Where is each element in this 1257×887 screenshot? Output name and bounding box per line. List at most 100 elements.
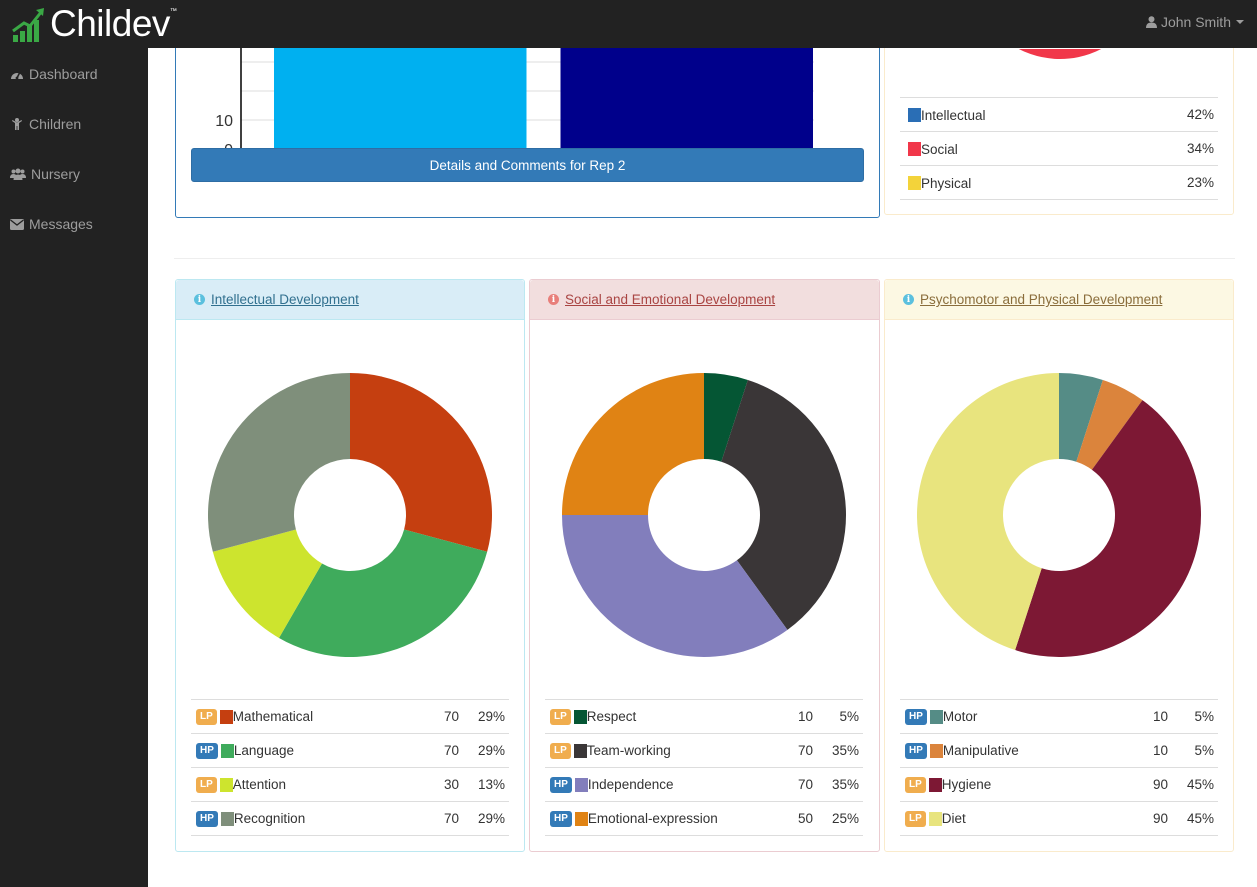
- social-emotional-development-panel: i Social and Emotional Development LP Res…: [529, 279, 880, 852]
- envelope-icon: [10, 218, 24, 230]
- child-icon: [12, 118, 22, 130]
- legend-percent: 35%: [831, 743, 859, 758]
- legend-label: Respect: [586, 709, 637, 725]
- legend-label: Language: [233, 743, 294, 759]
- legend-row: HP Independence 70 35%: [545, 767, 863, 802]
- legend-percent: 5%: [1194, 743, 1214, 758]
- section-divider: [174, 258, 1235, 259]
- psychomotor-legend: HP Motor 10 5% HP Manipulative 10 5% LP Hyg…: [900, 699, 1218, 836]
- sidebar: Dashboard Children Nursery Messages: [0, 48, 148, 887]
- legend-label: Physical: [921, 175, 972, 191]
- level-badge: HP: [196, 810, 218, 827]
- legend-swatch: [929, 709, 943, 724]
- sidebar-item-label: Dashboard: [29, 66, 98, 82]
- report-comparison-panel: Rep 1Rep 2010 Details and Comments for R…: [175, 48, 880, 218]
- legend-swatch: [908, 175, 921, 190]
- level-badge: LP: [550, 708, 571, 725]
- social-emotional-development-link[interactable]: Social and Emotional Development: [565, 292, 775, 307]
- top-navbar: Childev ™ John Smith: [0, 0, 1257, 48]
- panel-heading: i Social and Emotional Development: [530, 280, 879, 320]
- legend-swatch: [219, 777, 233, 792]
- legend-percent: 34%: [1186, 141, 1214, 156]
- sidebar-item-label: Nursery: [31, 166, 81, 182]
- legend-row: LP Attention 30 13%: [191, 767, 509, 802]
- user-name: John Smith: [1160, 14, 1231, 30]
- users-icon: [10, 168, 26, 180]
- legend-swatch: [220, 811, 234, 826]
- pie-slice-mathematical[interactable]: [350, 373, 492, 552]
- brand-trademark: ™: [169, 7, 177, 15]
- legend-value: 70: [443, 811, 459, 826]
- sidebar-item-children[interactable]: Children: [10, 116, 81, 132]
- legend-label: Social: [921, 141, 958, 157]
- details-comments-button[interactable]: Details and Comments for Rep 2: [191, 148, 864, 182]
- legend-row: LP Respect 10 5%: [545, 699, 863, 734]
- sidebar-item-messages[interactable]: Messages: [10, 216, 93, 232]
- legend-value: 10: [797, 709, 813, 724]
- legend-label: Attention: [232, 777, 287, 793]
- bar-rep-2[interactable]: [560, 48, 814, 149]
- legend-value: 50: [797, 811, 813, 826]
- user-menu[interactable]: John Smith: [1145, 14, 1245, 30]
- sidebar-item-nursery[interactable]: Nursery: [10, 166, 80, 182]
- level-badge: HP: [905, 742, 927, 759]
- legend-percent: 29%: [477, 709, 505, 724]
- legend-value: 70: [443, 743, 459, 758]
- social-legend: LP Respect 10 5% LP Team-working 70 35% HP…: [545, 699, 863, 836]
- legend-value: 90: [1152, 811, 1168, 826]
- legend-row: HP Motor 10 5%: [900, 699, 1218, 734]
- legend-value: 30: [443, 777, 459, 792]
- caret-down-icon: [1236, 20, 1244, 24]
- legend-percent: 25%: [831, 811, 859, 826]
- dashboard-icon: [11, 71, 23, 80]
- legend-label: Mathematical: [232, 709, 314, 725]
- legend-value: 70: [797, 777, 813, 792]
- level-badge: LP: [196, 776, 217, 793]
- legend-label: Team-working: [586, 743, 671, 759]
- legend-value: 10: [1152, 709, 1168, 724]
- brand-logo[interactable]: Childev ™: [12, 2, 177, 46]
- overall-pie-chart: [970, 49, 1102, 59]
- legend-label: Hygiene: [941, 777, 992, 793]
- overall-pie-clip: [885, 49, 1233, 79]
- level-badge: HP: [550, 776, 572, 793]
- legend-percent: 5%: [839, 709, 859, 724]
- sidebar-item-dashboard[interactable]: Dashboard: [10, 66, 98, 82]
- legend-percent: 5%: [1194, 709, 1214, 724]
- intellectual-development-link[interactable]: Intellectual Development: [211, 292, 359, 307]
- legend-swatch: [573, 709, 587, 724]
- info-icon: i: [903, 294, 914, 305]
- legend-swatch: [574, 777, 588, 792]
- legend-label: Motor: [942, 709, 978, 725]
- overall-development-panel: Intellectual 42% Social 34% Physical 23%: [884, 48, 1234, 215]
- pie-slice-independence[interactable]: [562, 515, 788, 657]
- main-content: Rep 1Rep 2010 Details and Comments for R…: [148, 48, 1257, 887]
- level-badge: LP: [550, 742, 571, 759]
- legend-row: Social 34%: [900, 131, 1218, 166]
- psychomotor-physical-development-link[interactable]: Psychomotor and Physical Development: [920, 292, 1162, 307]
- legend-swatch: [574, 811, 588, 826]
- legend-row: Physical 23%: [900, 165, 1218, 200]
- legend-percent: 45%: [1186, 777, 1214, 792]
- pie-slice-language[interactable]: [279, 529, 488, 657]
- brand-name: Childev: [50, 3, 170, 44]
- legend-percent: 35%: [831, 777, 859, 792]
- legend-percent: 29%: [477, 743, 505, 758]
- legend-percent: 42%: [1186, 107, 1214, 122]
- legend-label: Intellectual: [921, 107, 986, 123]
- pie-slice-social[interactable]: [970, 49, 1102, 59]
- legend-swatch: [220, 743, 234, 758]
- bar-rep-1[interactable]: [274, 48, 527, 149]
- panel-heading: i Intellectual Development: [176, 280, 524, 320]
- intellectual-development-panel: i Intellectual Development LP Mathematica…: [175, 279, 525, 852]
- legend-row: LP Team-working 70 35%: [545, 733, 863, 768]
- psychomotor-donut-chart: [917, 373, 1201, 657]
- legend-label: Independence: [587, 777, 674, 793]
- pie-slice-emotional-expression[interactable]: [562, 373, 704, 515]
- legend-row: HP Language 70 29%: [191, 733, 509, 768]
- legend-label: Manipulative: [942, 743, 1019, 759]
- intellectual-donut-chart: [208, 373, 492, 657]
- pie-slice-recognition[interactable]: [208, 373, 350, 552]
- legend-value: 70: [797, 743, 813, 758]
- legend-value: 10: [1152, 743, 1168, 758]
